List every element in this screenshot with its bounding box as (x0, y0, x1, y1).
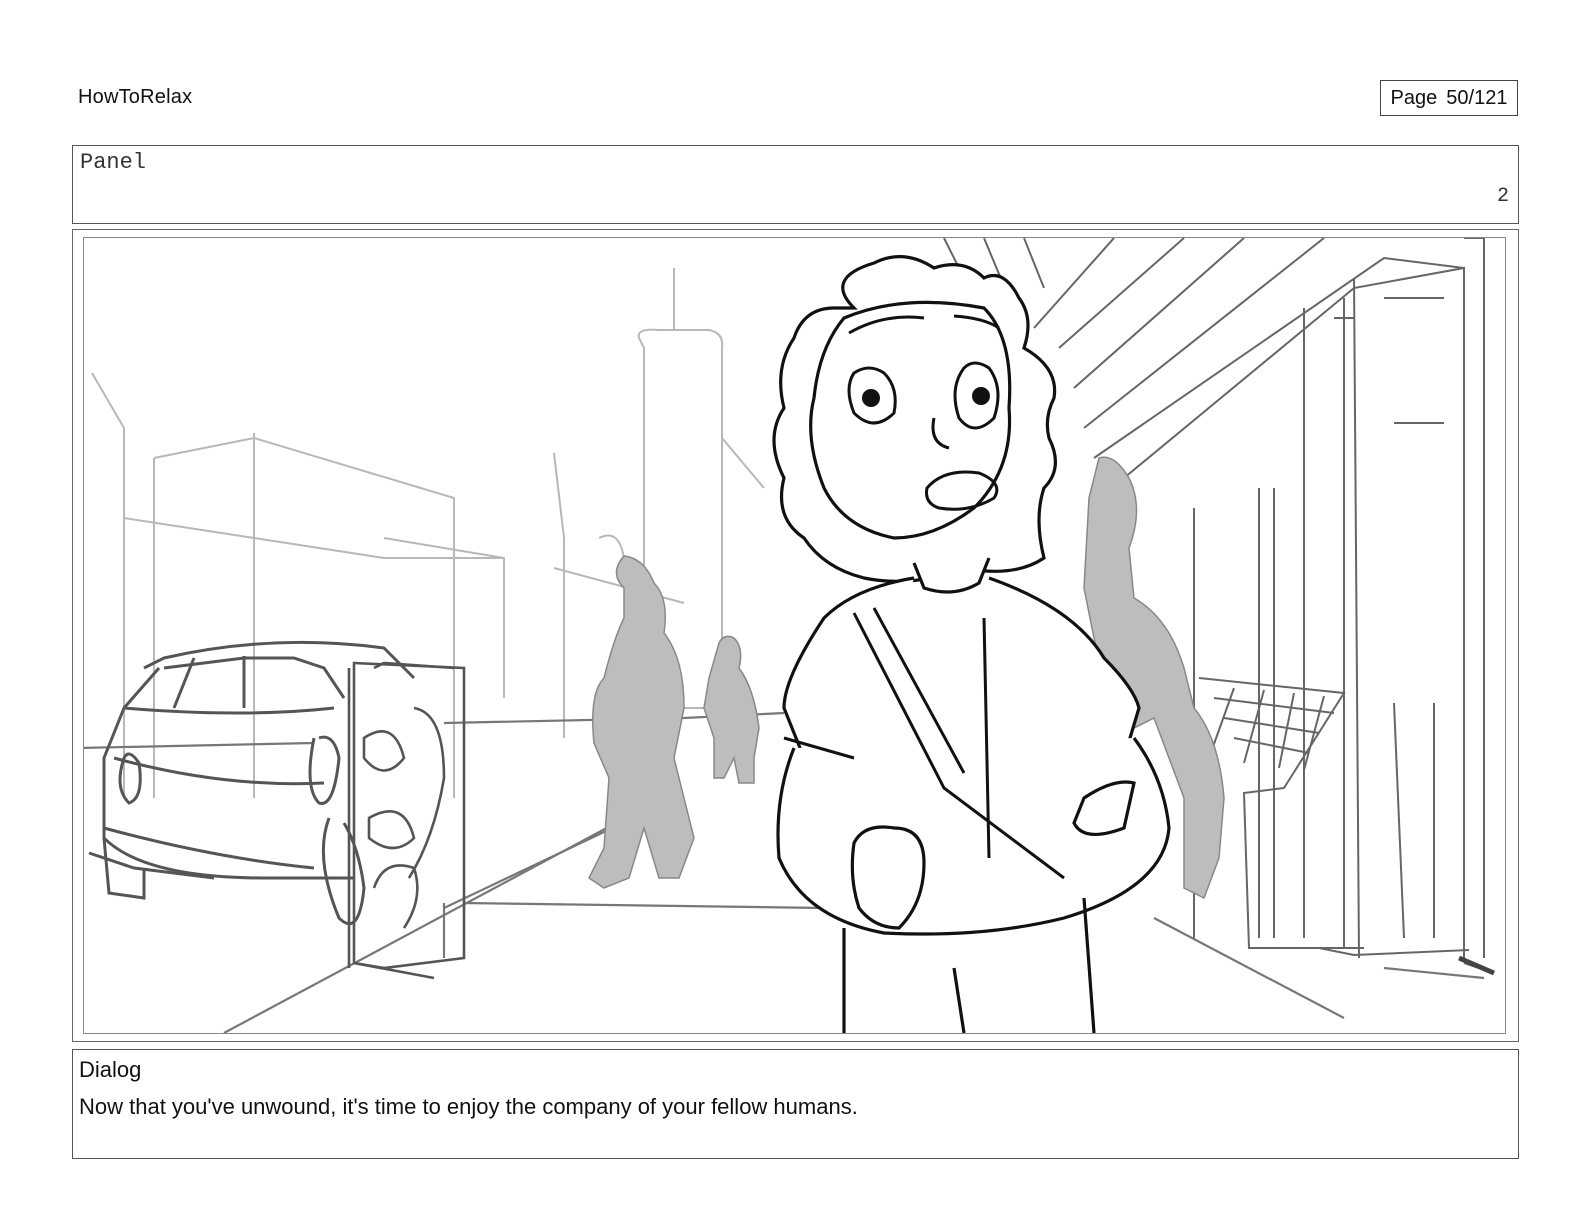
character-left-pupil (862, 389, 880, 407)
car-sketch (88, 640, 416, 926)
page-label: Page (1390, 86, 1438, 109)
dialog-text: Now that you've unwound, it's time to en… (79, 1094, 858, 1119)
page-indicator: Page 50/121 (1380, 80, 1518, 116)
page-number: 50/121 (1446, 86, 1508, 109)
panel-label: Panel (80, 150, 147, 175)
storyboard-sketch-illustration (84, 238, 1495, 1033)
document-title: HowToRelax (78, 86, 193, 108)
storyboard-image (83, 237, 1506, 1034)
panel-header: Panel 2 (72, 145, 1519, 224)
character-right-pupil (972, 387, 990, 405)
panel-number: 2 (1496, 185, 1509, 208)
post-sketch (347, 661, 466, 980)
dialog-section: Dialog Now that you've unwound, it's tim… (72, 1049, 1519, 1159)
dialog-label: Dialog (79, 1057, 142, 1082)
storyboard-frame (72, 229, 1519, 1042)
